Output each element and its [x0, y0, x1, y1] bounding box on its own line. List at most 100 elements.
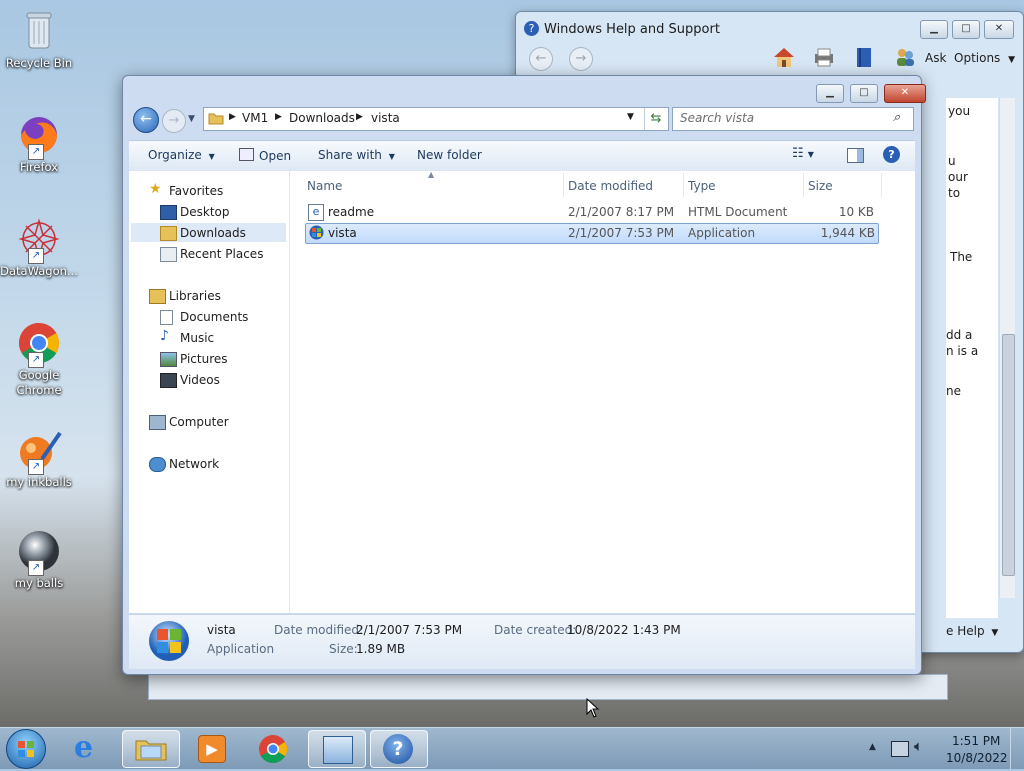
clock-date[interactable]: 10/8/2022 — [946, 751, 1008, 765]
file-name: vista — [328, 226, 357, 240]
shortcut-arrow-icon: ↗ — [28, 352, 44, 368]
chevron-down-icon: ▼ — [1008, 55, 1016, 65]
volume-icon[interactable]: 🔈︎ — [914, 737, 923, 755]
nav-libraries[interactable]: Libraries — [149, 289, 221, 304]
taskbar-internet-explorer[interactable]: e — [62, 730, 118, 766]
refresh-button[interactable]: ⇆ — [644, 108, 667, 130]
google-chrome-shortcut[interactable]: ↗ Google Chrome — [0, 320, 78, 398]
taskbar-control-panel[interactable] — [308, 730, 366, 768]
breadcrumb-downloads[interactable]: Downloads — [289, 111, 355, 125]
scrollbar-thumb[interactable] — [1002, 334, 1015, 576]
nav-videos[interactable]: Videos — [160, 373, 220, 388]
back-button[interactable]: ← — [133, 107, 159, 133]
help-maximize-button[interactable]: □ — [952, 20, 980, 39]
help-print-icon[interactable] — [812, 46, 836, 68]
help-ask-icon[interactable] — [894, 46, 916, 68]
firefox-shortcut[interactable]: ↗ Firefox — [0, 112, 78, 175]
organize-label: Organize — [148, 148, 202, 162]
breadcrumb-separator-icon[interactable]: ▶ — [356, 112, 363, 122]
shortcut-arrow-icon: ↗ — [28, 144, 44, 160]
nav-downloads[interactable]: Downloads — [160, 226, 246, 241]
file-date-modified: 2/1/2007 7:53 PM — [568, 226, 675, 240]
my-inkballs-shortcut[interactable]: ↗ my inkballs — [0, 427, 78, 490]
computer-icon — [149, 415, 166, 430]
nav-desktop[interactable]: Desktop — [160, 205, 230, 220]
datawagon-shortcut[interactable]: ↗ DataWagon... — [0, 216, 78, 279]
help-forward-icon[interactable]: → — [569, 47, 593, 71]
mouse-cursor-icon — [586, 697, 600, 718]
column-separator[interactable] — [563, 173, 564, 197]
help-home-icon[interactable] — [772, 46, 796, 68]
chevron-down-icon: ▼ — [991, 628, 999, 638]
help-back-icon[interactable]: ← — [529, 47, 553, 71]
help-browse-icon[interactable] — [854, 46, 874, 68]
column-separator[interactable] — [803, 173, 804, 197]
star-icon: ★ — [149, 181, 162, 197]
more-support-options[interactable]: e Help ▼ — [946, 624, 998, 638]
address-dropdown-icon[interactable]: ▼ — [627, 112, 634, 122]
search-icon[interactable]: ⌕ — [893, 110, 900, 125]
column-separator[interactable] — [683, 173, 684, 197]
new-folder-button[interactable]: New folder — [417, 148, 482, 162]
breadcrumb-separator-icon[interactable]: ▶ — [275, 112, 282, 122]
taskbar-windows-explorer[interactable] — [122, 730, 180, 768]
breadcrumb-vista[interactable]: vista — [371, 111, 400, 125]
explorer-window[interactable]: ▁ □ ✕ ← → ▼ ▶ VM1 ▶ Downloads ▶ vista ▼ … — [122, 75, 926, 675]
forward-button[interactable]: → — [162, 109, 186, 133]
preview-pane-icon[interactable] — [847, 148, 864, 163]
nav-recent-places[interactable]: Recent Places — [160, 247, 263, 262]
help-icon[interactable]: ? — [883, 146, 900, 163]
nav-music[interactable]: ♪ Music — [160, 328, 214, 345]
shortcut-arrow-icon: ↗ — [28, 248, 44, 264]
help-minimize-button[interactable]: ▁ — [920, 20, 948, 39]
file-size: 10 KB — [838, 205, 874, 219]
help-text-fragment: u — [948, 154, 956, 168]
open-icon — [239, 148, 254, 161]
my-balls-shortcut[interactable]: ↗ my balls — [0, 528, 78, 591]
taskbar-help-and-support[interactable]: ? — [370, 730, 428, 768]
help-options-label: Options — [954, 51, 1001, 65]
music-icon: ♪ — [160, 328, 169, 344]
column-header-type[interactable]: Type — [688, 179, 716, 193]
file-row-vista[interactable]: vista 2/1/2007 7:53 PM Application 1,944… — [305, 223, 879, 244]
column-separator[interactable] — [881, 173, 882, 197]
start-button[interactable] — [6, 729, 46, 769]
desktop-icon-label: my balls — [14, 576, 64, 590]
nav-favorites[interactable]: ★ Favorites — [149, 181, 223, 198]
pictures-icon — [160, 352, 177, 367]
nav-documents[interactable]: Documents — [160, 310, 248, 325]
recycle-bin-icon[interactable]: Recycle Bin — [0, 8, 78, 71]
search-input[interactable]: Search vista ⌕ — [672, 107, 914, 131]
file-row-readme[interactable]: e readme 2/1/2007 8:17 PM HTML Document … — [305, 203, 877, 222]
desktop-icon-label: DataWagon... — [0, 264, 78, 278]
help-scrollbar[interactable] — [999, 98, 1015, 598]
nav-pictures[interactable]: Pictures — [160, 352, 228, 367]
change-view-icon[interactable]: ☷ ▼ — [792, 146, 814, 161]
recent-pages-chevron-icon[interactable]: ▼ — [188, 114, 195, 124]
organize-button[interactable]: Organize ▼ — [148, 148, 215, 162]
help-text-fragment: dd a — [946, 328, 973, 342]
close-button[interactable]: ✕ — [884, 84, 926, 103]
clock-time[interactable]: 1:51 PM — [952, 734, 1000, 748]
details-file-name: vista — [207, 623, 236, 637]
minimize-button[interactable]: ▁ — [816, 84, 844, 103]
details-date-modified-value: 2/1/2007 7:53 PM — [356, 623, 463, 637]
help-close-button[interactable]: ✕ — [984, 20, 1014, 39]
breadcrumb-vm1[interactable]: VM1 — [242, 111, 268, 125]
show-hidden-icons-chevron-icon[interactable]: ▲ — [869, 742, 876, 752]
column-header-date-modified[interactable]: Date modified — [568, 179, 653, 193]
show-desktop-button[interactable] — [1010, 728, 1024, 769]
nav-computer[interactable]: Computer — [149, 415, 229, 430]
column-header-size[interactable]: Size — [808, 179, 833, 193]
nav-network[interactable]: Network — [149, 457, 219, 472]
share-with-button[interactable]: Share with ▼ — [318, 148, 395, 162]
maximize-button[interactable]: □ — [850, 84, 878, 103]
help-options-menu[interactable]: Options ▼ — [954, 51, 1015, 65]
taskbar-media-player[interactable]: ▶ — [184, 730, 240, 766]
network-tray-icon[interactable] — [891, 741, 909, 757]
column-header-name[interactable]: Name — [307, 179, 342, 193]
taskbar-google-chrome[interactable] — [246, 730, 302, 766]
open-button[interactable]: Open — [239, 148, 291, 163]
help-ask-label[interactable]: Ask — [925, 51, 946, 65]
address-bar[interactable]: ▶ VM1 ▶ Downloads ▶ vista ▼ ⇆ — [203, 107, 669, 131]
